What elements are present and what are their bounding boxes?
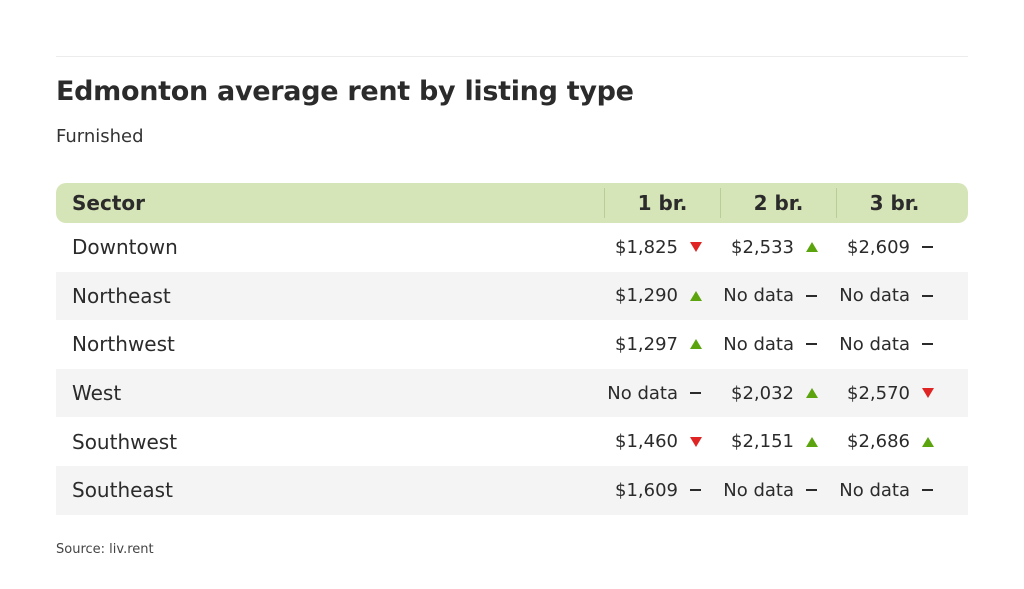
rent-cell-3br: $2,570 [836,383,952,404]
table-row: Downtown $1,825 $2,533 $2,609 [56,223,968,272]
rent-cell-3br: No data [836,334,952,355]
trend-flat-icon [920,337,936,351]
rent-cell-2br: No data [720,480,836,501]
table-row: West No data $2,032 $2,570 [56,368,968,418]
trend-up-icon [688,289,704,303]
rent-value: $2,570 [847,382,910,404]
rent-value: $1,297 [615,333,678,355]
trend-up-icon [804,240,820,254]
sector-name: Northeast [72,283,171,308]
trend-flat-icon [920,289,936,303]
trend-flat-icon [688,386,704,400]
rent-cell-1br: $1,290 [604,285,720,306]
rent-cell-2br: No data [720,285,836,306]
rent-cell-1br: $1,297 [604,334,720,355]
rent-value: No data [723,479,794,501]
rent-value: No data [839,333,910,355]
source-note: Source: liv.rent [56,542,154,557]
table-row: Northeast $1,290 No data No data [56,271,968,321]
chart-subtitle: Furnished [56,126,144,147]
table-header: Sector 1 br. 2 br. 3 br. [56,183,968,223]
rent-cell-2br: $2,032 [720,383,836,404]
column-header-1br: 1 br. [604,188,720,218]
trend-down-icon [688,435,704,449]
chart-title: Edmonton average rent by listing type [56,76,634,107]
rent-value: No data [723,285,794,307]
rent-cell-2br: $2,533 [720,237,836,258]
rent-cell-1br: $1,825 [604,237,720,258]
sector-name: Southeast [72,478,173,503]
rent-value: $2,151 [731,431,794,453]
trend-flat-icon [804,337,820,351]
rent-cell-3br: No data [836,480,952,501]
trend-flat-icon [804,289,820,303]
rent-value: $1,825 [615,236,678,258]
sector-name: Downtown [72,235,178,260]
rent-value: $2,686 [847,431,910,453]
rent-value: $1,290 [615,285,678,307]
column-header-3br: 3 br. [836,188,952,218]
rent-cell-1br: $1,609 [604,480,720,501]
sector-name: Southwest [72,429,178,454]
table-body: Downtown $1,825 $2,533 $2,609 Northeast $1,29… [56,223,968,515]
trend-flat-icon [920,483,936,497]
rent-cell-3br: $2,686 [836,431,952,452]
rent-value: $1,460 [615,431,678,453]
rent-value: $2,032 [731,382,794,404]
rent-cell-2br: $2,151 [720,431,836,452]
rent-cell-1br: $1,460 [604,431,720,452]
trend-flat-icon [688,483,704,497]
trend-down-icon [688,240,704,254]
rent-cell-1br: No data [604,383,720,404]
column-header-sector: Sector [72,191,145,215]
rent-value: No data [607,382,678,404]
table-row: Southwest $1,460 $2,151 $2,686 [56,417,968,466]
rent-table: Sector 1 br. 2 br. 3 br. Downtown $1,825 $… [56,183,968,515]
sector-name: West [72,381,122,406]
rent-value: $1,609 [615,479,678,501]
rent-cell-3br: No data [836,285,952,306]
trend-up-icon [804,386,820,400]
trend-flat-icon [920,240,936,254]
trend-up-icon [920,435,936,449]
rent-value: $2,609 [847,236,910,258]
rent-value: $2,533 [731,236,794,258]
trend-up-icon [688,337,704,351]
rent-cell-3br: $2,609 [836,237,952,258]
sector-name: Northwest [72,332,175,357]
table-row: Northwest $1,297 No data No data [56,320,968,369]
rent-cell-2br: No data [720,334,836,355]
trend-down-icon [920,386,936,400]
trend-up-icon [804,435,820,449]
rent-value: No data [723,333,794,355]
rent-value: No data [839,285,910,307]
table-row: Southeast $1,609 No data No data [56,465,968,515]
column-header-2br: 2 br. [720,188,836,218]
trend-flat-icon [804,483,820,497]
top-divider [56,56,968,57]
rent-value: No data [839,479,910,501]
